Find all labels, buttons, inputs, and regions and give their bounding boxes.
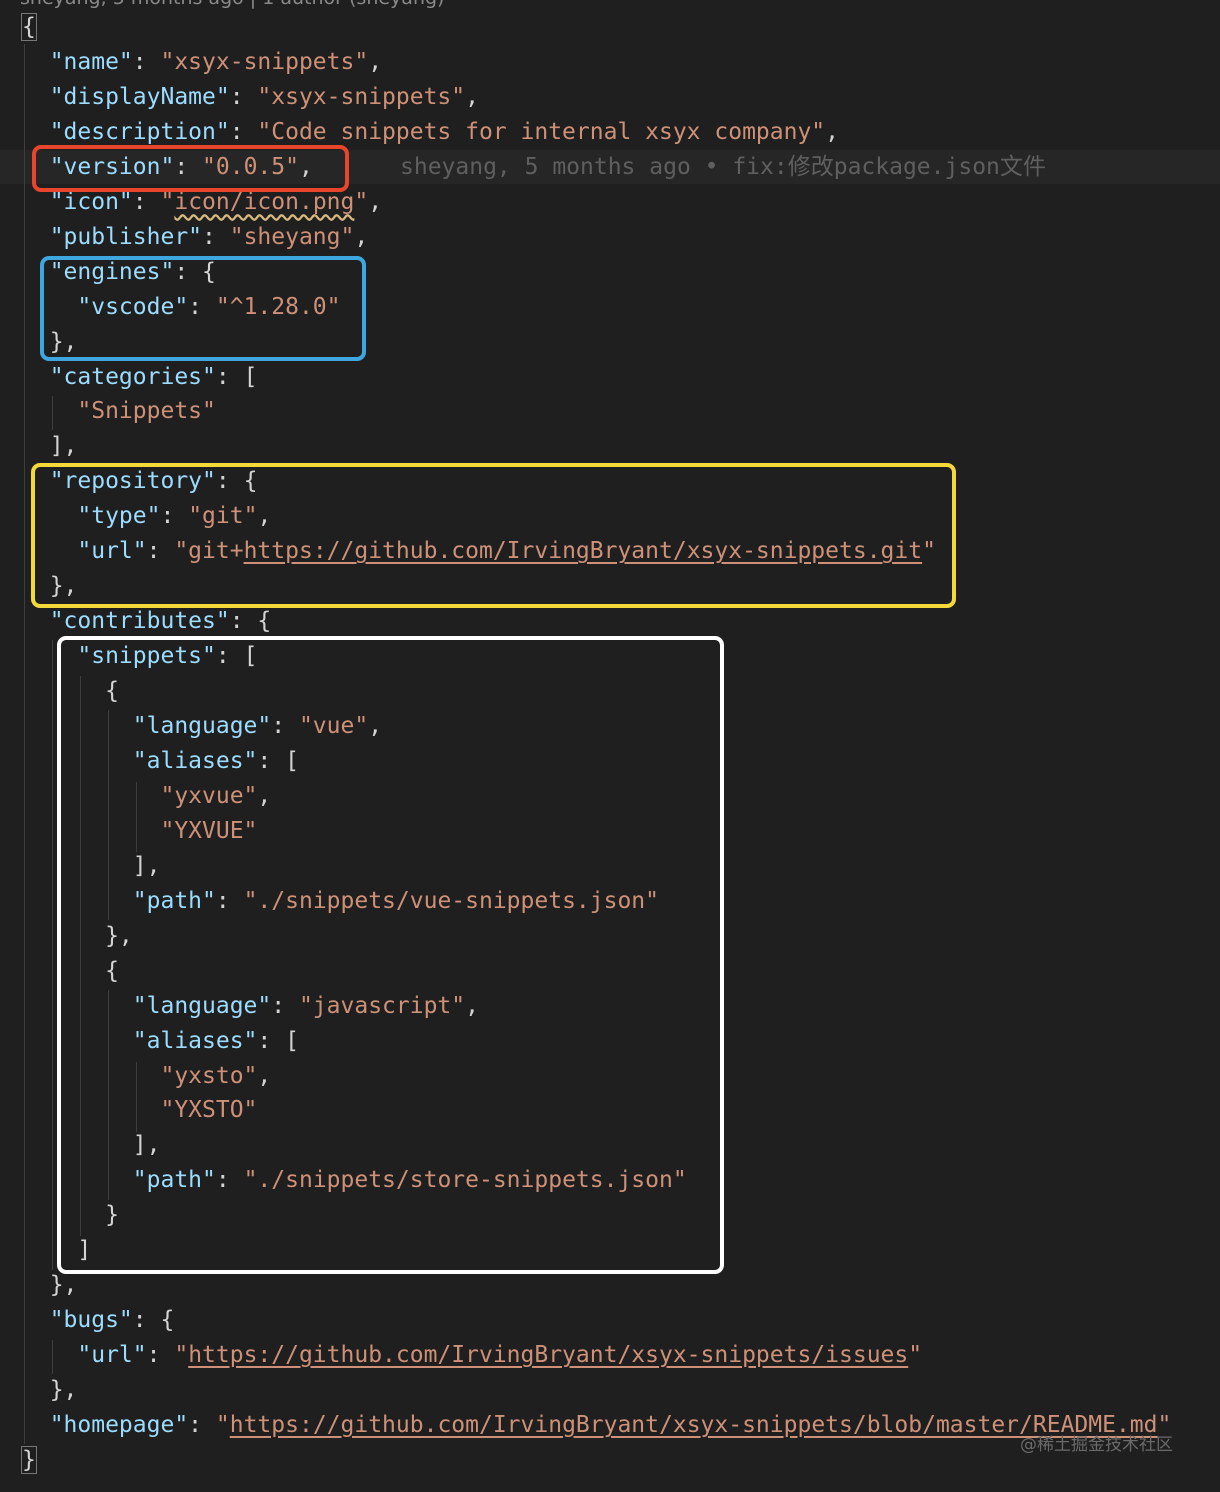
json-string: " [160, 188, 175, 215]
json-string: " [215, 1412, 230, 1438]
json-punctuation: , [368, 48, 383, 75]
json-punctuation: ], [22, 433, 78, 460]
json-key: "bugs" [22, 1307, 133, 1334]
line-bugs-close[interactable]: }, [0, 1373, 1220, 1407]
json-key: "contributes" [22, 608, 230, 635]
url-link[interactable]: https://github.com/IrvingBryant/xsyx-sni… [230, 1412, 1158, 1438]
json-string: "xsyx-snippets" [257, 83, 466, 110]
json-key: "categories" [22, 363, 216, 390]
line-categories-close[interactable]: ], [0, 429, 1220, 463]
json-key: "publisher" [22, 223, 203, 250]
snippets-highlight-box [57, 636, 724, 1274]
json-punctuation: , [354, 223, 369, 250]
json-punctuation: : [ [215, 363, 258, 390]
repository-highlight-box [31, 463, 956, 608]
codelens-author[interactable]: sheyang, 5 months ago | 1 author (sheyan… [20, 0, 444, 10]
json-punctuation: : [229, 83, 258, 110]
json-punctuation: }, [22, 1272, 78, 1299]
json-punctuation: , [465, 83, 479, 110]
json-punctuation: : { [132, 1307, 175, 1334]
json-punctuation: , [368, 188, 383, 215]
json-punctuation: } [21, 1445, 37, 1474]
json-key: "displayName" [22, 83, 230, 110]
json-punctuation: : [132, 188, 161, 215]
line-name[interactable]: "name": "xsyx-snippets", [0, 45, 1220, 79]
line-open-brace[interactable]: { [0, 10, 1220, 44]
line-categories[interactable]: "categories": [ [0, 360, 1220, 394]
code-editor[interactable]: sheyang, 5 months ago | 1 author (sheyan… [0, 0, 1220, 1492]
line-bugs[interactable]: "bugs": { [0, 1303, 1220, 1337]
indent-guide [52, 1340, 53, 1374]
engines-highlight-box [40, 256, 366, 361]
version-highlight-box [32, 145, 349, 192]
indent-guide [52, 396, 53, 430]
json-punctuation: : [188, 1412, 216, 1438]
json-string: " [174, 1342, 189, 1369]
line-contributes[interactable]: "contributes": { [0, 604, 1220, 638]
json-string: "xsyx-snippets" [160, 48, 369, 75]
json-punctuation: }, [22, 1377, 78, 1404]
json-string: icon/icon.png [174, 188, 355, 215]
line-bugs-url[interactable]: "url": "https://github.com/IrvingBryant/… [0, 1338, 1220, 1372]
json-punctuation: : [146, 1342, 175, 1369]
json-punctuation: : [202, 223, 230, 250]
line-snippets-category[interactable]: "Snippets" [0, 394, 1220, 428]
json-punctuation: , [825, 118, 840, 145]
indent-guide [52, 640, 53, 1270]
json-string: " [354, 188, 369, 215]
json-punctuation: : [132, 48, 161, 75]
json-string: "sheyang" [229, 223, 355, 250]
line-publisher[interactable]: "publisher": "sheyang", [0, 220, 1220, 254]
json-key: "name" [22, 48, 133, 75]
json-key: "url" [22, 1342, 147, 1369]
json-string: " [908, 1342, 923, 1369]
line-description[interactable]: "description": "Code snippets for intern… [0, 115, 1220, 149]
git-blame-annotation: sheyang, 5 months ago • fix:修改package.js… [400, 153, 1046, 180]
indent-guide [24, 44, 25, 1444]
json-punctuation: : [229, 118, 258, 145]
json-punctuation: : { [229, 608, 272, 635]
watermark: @稀土掘金技术社区 [1020, 1435, 1173, 1455]
url-link[interactable]: https://github.com/IrvingBryant/xsyx-sni… [188, 1342, 908, 1368]
line-displayName[interactable]: "displayName": "xsyx-snippets", [0, 80, 1220, 114]
json-key: "description" [22, 118, 230, 145]
json-string: "Code snippets for internal xsyx company… [257, 118, 826, 145]
json-key: "icon" [22, 188, 133, 215]
json-punctuation: { [21, 13, 37, 41]
json-key: "homepage" [22, 1412, 189, 1438]
